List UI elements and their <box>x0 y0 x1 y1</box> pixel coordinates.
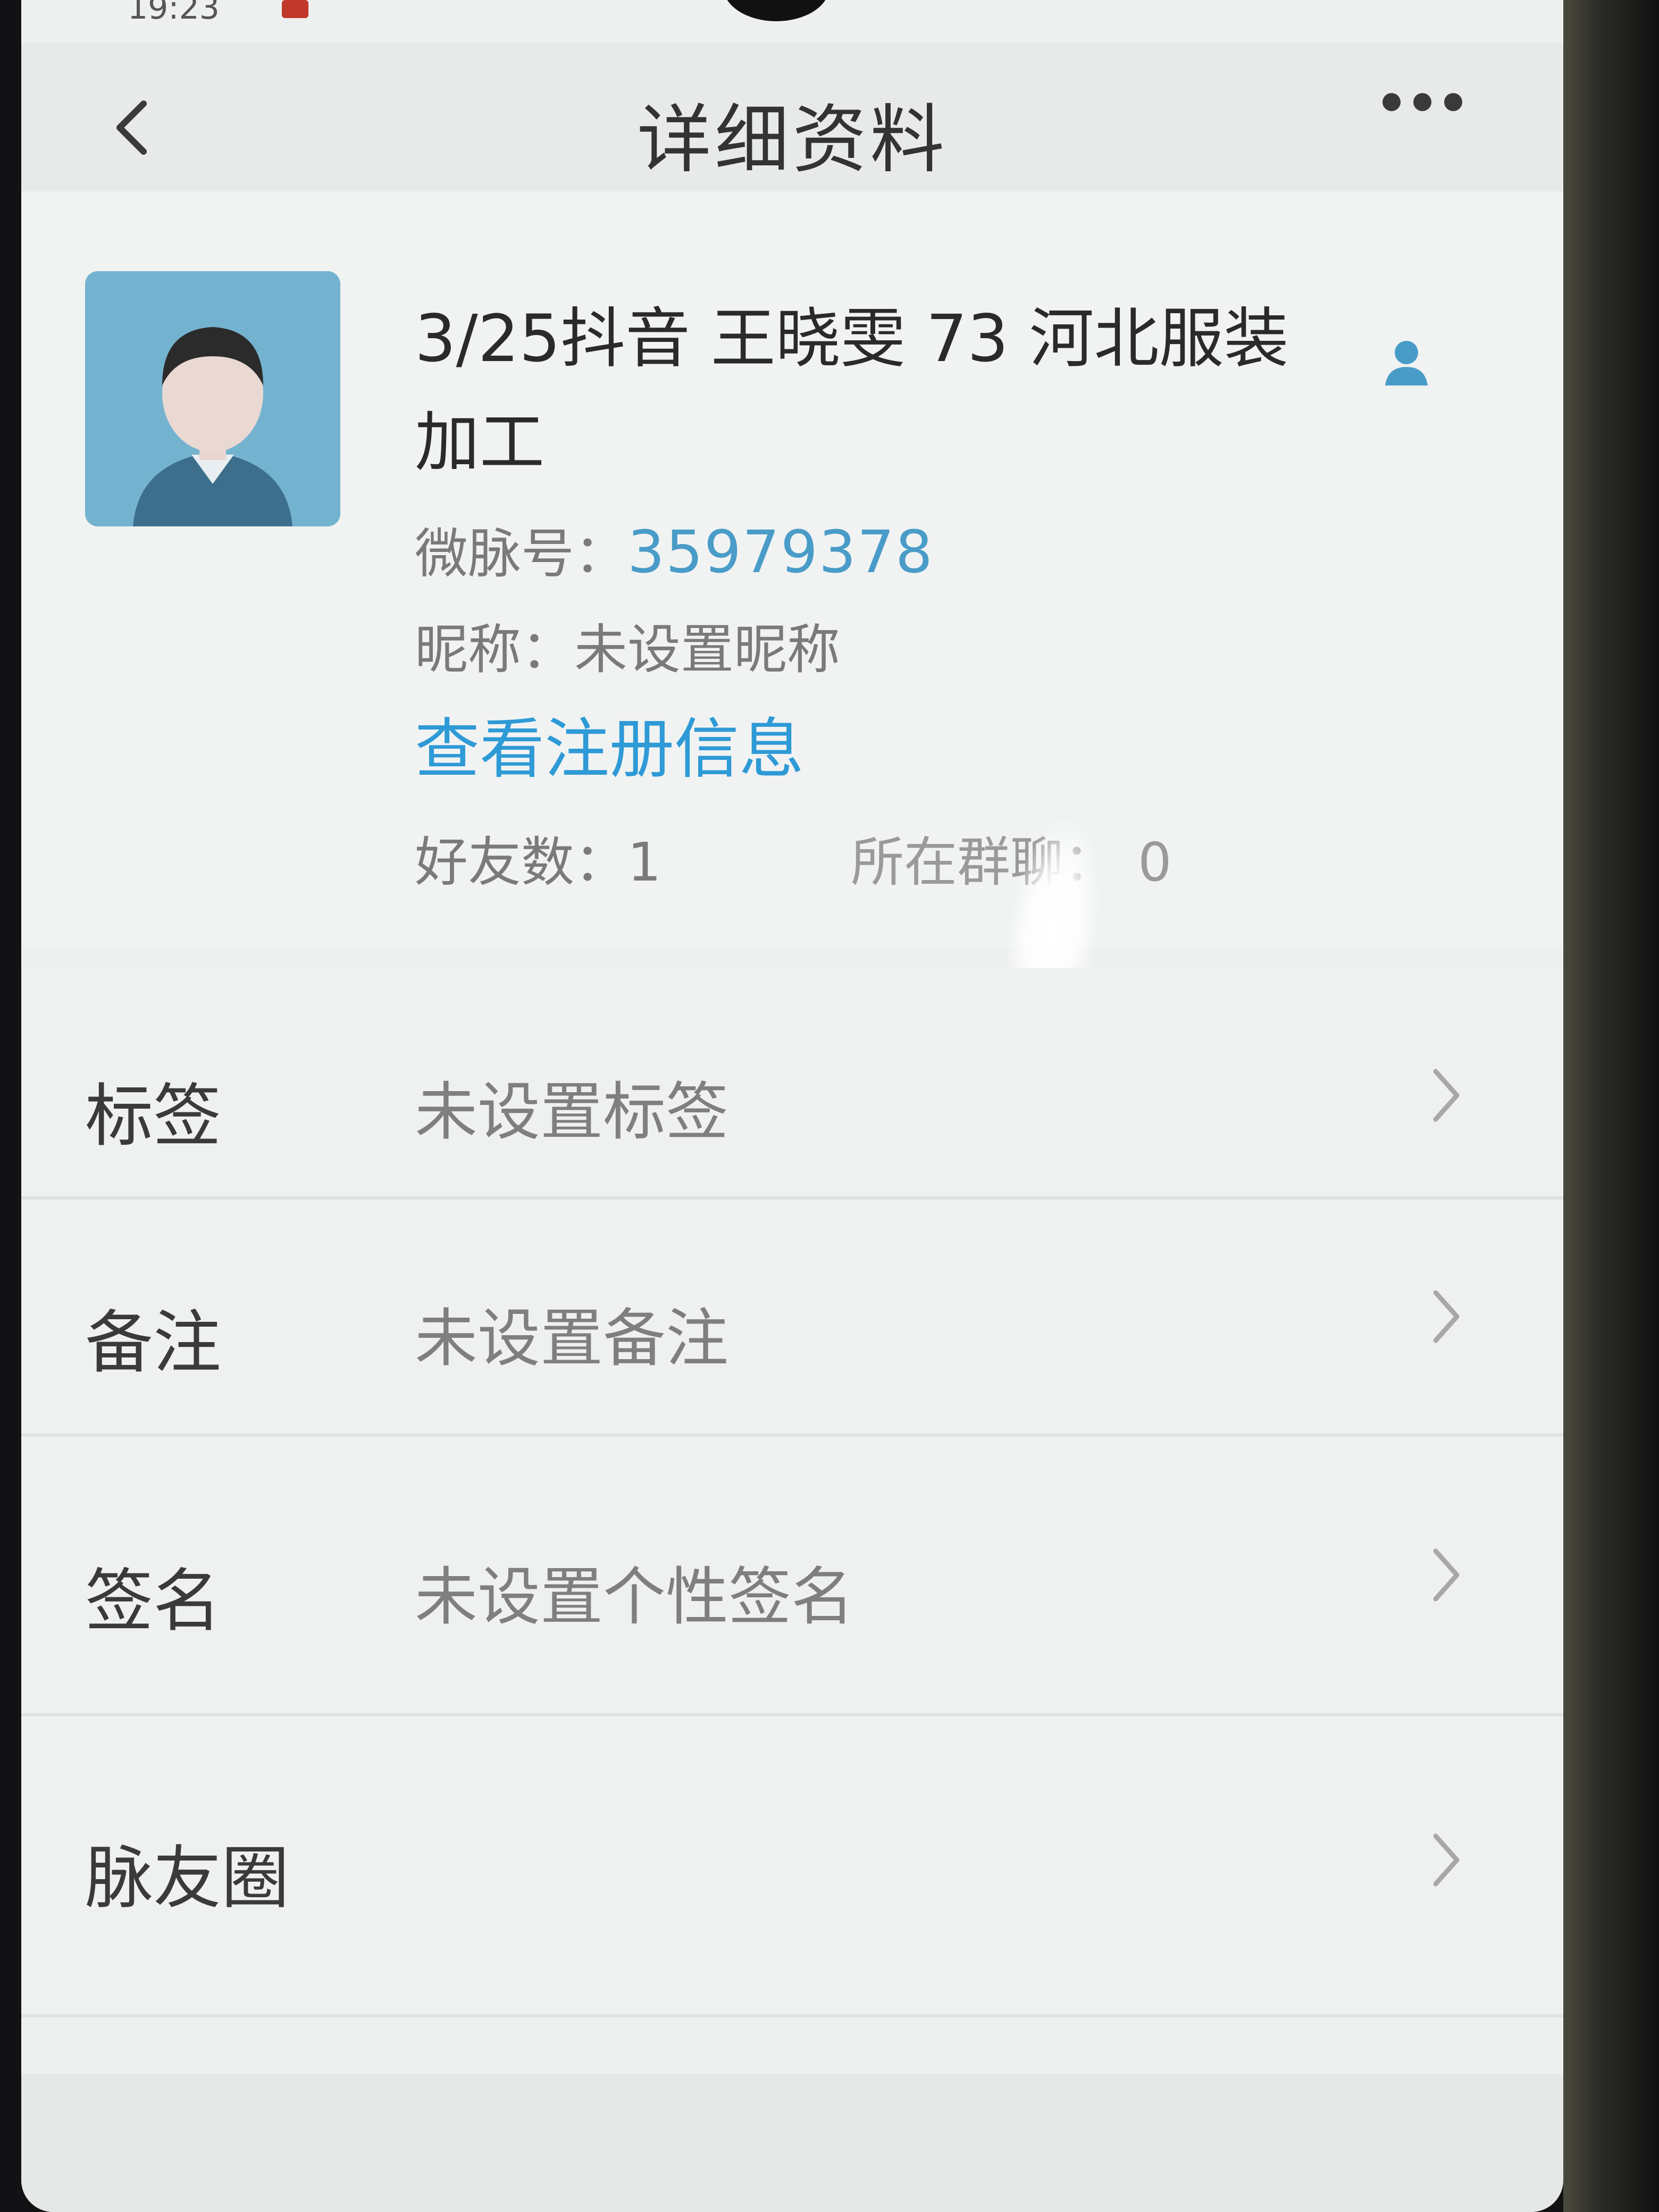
more-dots-icon <box>1382 93 1401 111</box>
notification-icon <box>282 0 308 18</box>
list-item-signature[interactable]: 签名 未设置个性签名 <box>21 1437 1563 1716</box>
nickname-line: 昵称：未设置昵称 <box>415 606 840 683</box>
screen: 19:23 详细资料 3/25抖音 王晓雯 73 河北服装加工 微脉号：3597… <box>21 0 1563 2212</box>
friend-count: 好友数：1 <box>415 819 661 896</box>
list-item-remark[interactable]: 备注 未设置备注 <box>21 1200 1563 1437</box>
more-dot <box>1444 93 1462 111</box>
row-value: 未设置备注 <box>415 1302 729 1375</box>
contact-name: 3/25抖音 王晓雯 73 河北服装加工 <box>415 301 1289 480</box>
view-registration-link[interactable]: 查看注册信息 <box>415 697 804 791</box>
group-count-value: 0 <box>1138 831 1172 893</box>
group-count: 所在群聊： 0 <box>851 819 1172 896</box>
phone-edge <box>1563 0 1659 2212</box>
row-label: 签名 <box>85 1562 222 1641</box>
default-avatar-icon <box>85 271 340 526</box>
id-line: 微脉号：35979378 <box>415 510 934 588</box>
friend-count-value: 1 <box>627 831 661 893</box>
row-value: 未设置个性签名 <box>415 1560 854 1633</box>
id-value: 35979378 <box>627 518 934 586</box>
person-icon[interactable] <box>1377 332 1436 391</box>
nickname-label: 昵称： <box>415 618 574 681</box>
bottom-area <box>21 2074 1563 2212</box>
chevron-right-icon <box>1433 1548 1460 1602</box>
profile-card: 3/25抖音 王晓雯 73 河北服装加工 微脉号：35979378 昵称：未设置… <box>21 191 1563 946</box>
nickname-value: 未设置昵称 <box>574 618 840 681</box>
chevron-right-icon <box>1433 1290 1460 1343</box>
settings-list: 标签 未设置标签 备注 未设置备注 签名 未设置个性签名 脉友圈 <box>21 968 1563 2017</box>
id-label: 微脉号： <box>415 523 627 585</box>
list-item-tags[interactable]: 标签 未设置标签 <box>21 968 1563 1200</box>
avatar[interactable] <box>85 271 340 526</box>
status-time: 19:23 <box>128 0 220 27</box>
row-label: 脉友圈 <box>85 1839 290 1918</box>
list-item-moments[interactable]: 脉友圈 <box>21 1716 1563 2017</box>
chevron-right-icon <box>1433 1833 1460 1887</box>
page-title: 详细资料 <box>636 97 948 183</box>
more-button[interactable] <box>1382 93 1489 125</box>
camera-notch <box>723 0 830 21</box>
row-label: 备注 <box>85 1303 222 1382</box>
row-value: 未设置标签 <box>415 1075 729 1149</box>
friend-count-label: 好友数： <box>415 831 627 893</box>
row-label: 标签 <box>85 1077 222 1156</box>
chevron-right-icon <box>1433 1069 1460 1122</box>
navbar: 详细资料 <box>21 43 1563 191</box>
more-dot <box>1413 93 1431 111</box>
